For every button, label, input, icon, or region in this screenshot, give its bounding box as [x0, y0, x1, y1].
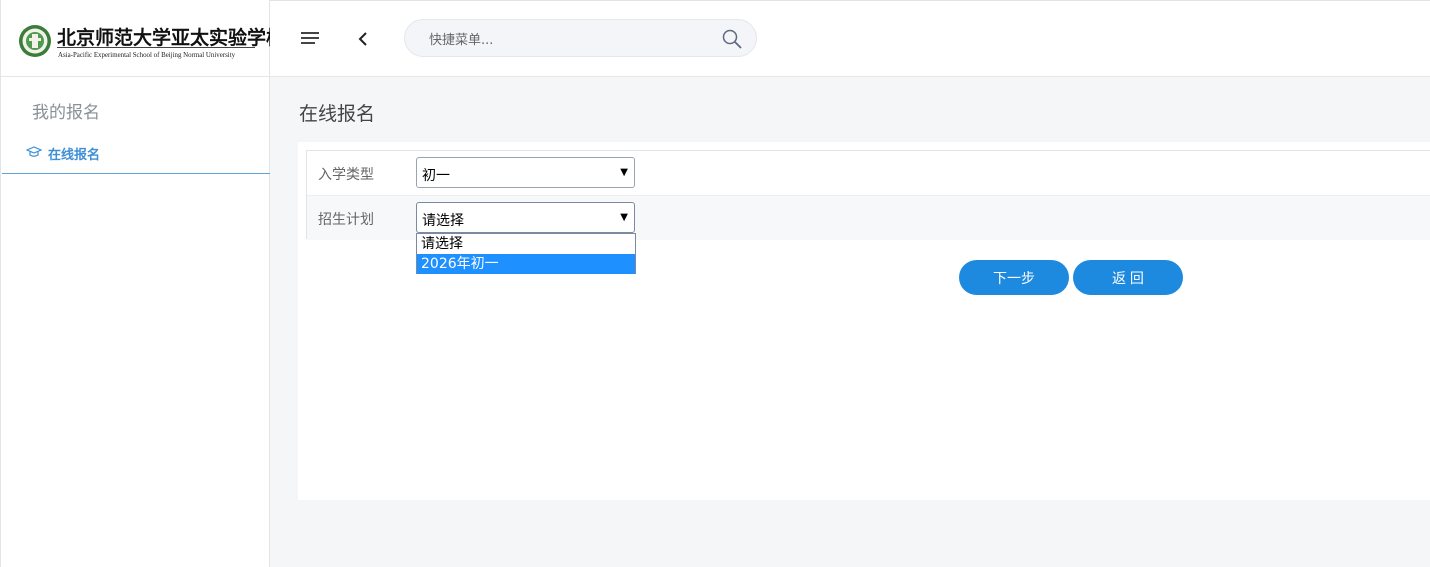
dropdown-arrow-icon: ▼	[620, 167, 628, 178]
admission-type-label: 入学类型	[318, 167, 374, 183]
school-name-en: Asia-Pacific Experimental School of Beij…	[58, 50, 236, 59]
school-name-cn: 北京师范大学亚太实验学校	[57, 27, 286, 49]
search-input[interactable]	[427, 29, 711, 51]
sidebar-heading: 我的报名	[32, 103, 100, 123]
logo[interactable]: 北京师范大学亚太实验学校 Asia-Pacific Experimental S…	[1, 1, 285, 77]
return-button[interactable]: 返 回	[1073, 260, 1183, 295]
form-row-admission-type: 入学类型 初一 ▼	[307, 151, 1430, 195]
logo-divider	[57, 47, 255, 48]
admission-type-select[interactable]: 初一 ▼	[416, 157, 635, 188]
graduation-cap-icon	[26, 146, 42, 157]
top-header	[270, 1, 1430, 77]
dropdown-option[interactable]: 请选择	[417, 234, 635, 254]
registration-form: 入学类型 初一 ▼ 招生计划 请选择 ▼	[306, 150, 1430, 240]
hamburger-menu-icon[interactable]	[300, 29, 320, 47]
dropdown-option-highlighted[interactable]: 2026年初一	[417, 254, 635, 274]
chevron-left-icon[interactable]	[356, 29, 370, 49]
school-emblem-icon	[19, 25, 51, 57]
dropdown-arrow-icon: ▼	[620, 212, 628, 223]
enrollment-plan-label: 招生计划	[318, 212, 374, 228]
sidebar: 北京师范大学亚太实验学校 Asia-Pacific Experimental S…	[0, 0, 285, 567]
quick-menu-search	[404, 19, 757, 57]
sidebar-item-label: 在线报名	[48, 148, 101, 163]
page-title: 在线报名	[299, 103, 376, 125]
admission-type-value: 初一	[422, 168, 450, 184]
enrollment-plan-select[interactable]: 请选择 ▼	[416, 202, 635, 233]
enrollment-plan-dropdown: 请选择 2026年初一	[416, 233, 636, 274]
next-step-button[interactable]: 下一步	[959, 260, 1069, 295]
search-icon[interactable]	[721, 28, 743, 50]
enrollment-plan-value: 请选择	[422, 213, 464, 229]
sidebar-item-online-registration[interactable]: 在线报名	[2, 133, 270, 174]
